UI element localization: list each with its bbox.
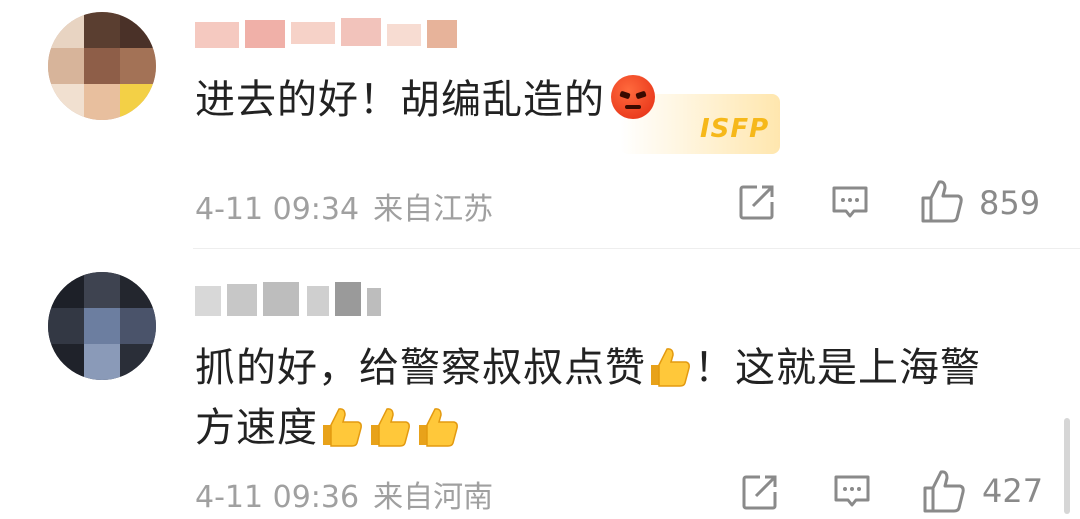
comment-text-line2: 方速度 xyxy=(195,398,462,458)
scrollbar[interactable] xyxy=(1064,418,1070,514)
comment-meta: 4-11 09:34 来自江苏 xyxy=(195,184,493,228)
thumbs-up-emoji-icon xyxy=(319,403,365,449)
comment-date: 4-11 09:36 xyxy=(195,480,360,515)
thumbs-up-emoji-icon xyxy=(367,403,413,449)
comment-text: 进去的好！胡编乱造的 xyxy=(195,70,655,130)
reply-button[interactable] xyxy=(832,472,872,512)
share-icon xyxy=(742,475,777,510)
like-button[interactable] xyxy=(922,468,966,514)
comment-item: 抓的好，给警察叔叔点赞 ！这就是上海警 方速度 4-11 09:36 来自河南 42… xyxy=(0,250,1080,519)
divider xyxy=(193,248,1080,249)
share-icon xyxy=(739,185,774,220)
like-count: 427 xyxy=(982,472,1044,510)
share-button[interactable] xyxy=(740,472,780,512)
comment-icon xyxy=(834,475,870,507)
comment-item: ISFP 进去的好！胡编乱造的 4-11 09:34 来自江苏 859 xyxy=(0,0,1080,250)
comment-text: 抓的好，给警察叔叔点赞 ！这就是上海警 xyxy=(195,343,981,391)
avatar[interactable] xyxy=(48,272,156,380)
avatar[interactable] xyxy=(48,12,156,120)
share-button[interactable] xyxy=(737,182,777,222)
thumbs-up-emoji-icon xyxy=(415,403,461,449)
reply-button[interactable] xyxy=(830,183,870,223)
badge-label: ISFP xyxy=(700,114,770,144)
thumbs-up-emoji-icon xyxy=(647,343,693,389)
comment-date: 4-11 09:34 xyxy=(195,192,360,227)
comment-location: 来自江苏 xyxy=(373,192,494,227)
comment-location: 来自河南 xyxy=(373,480,494,515)
thumbs-up-icon xyxy=(923,470,965,513)
username-blurred[interactable] xyxy=(195,14,465,54)
like-count: 859 xyxy=(979,184,1041,222)
angry-face-icon xyxy=(611,75,655,119)
comment-icon xyxy=(832,186,868,218)
username-blurred[interactable] xyxy=(195,280,395,320)
comment-meta: 4-11 09:36 来自河南 xyxy=(195,472,493,516)
like-button[interactable] xyxy=(920,178,964,224)
thumbs-up-icon xyxy=(921,180,963,223)
